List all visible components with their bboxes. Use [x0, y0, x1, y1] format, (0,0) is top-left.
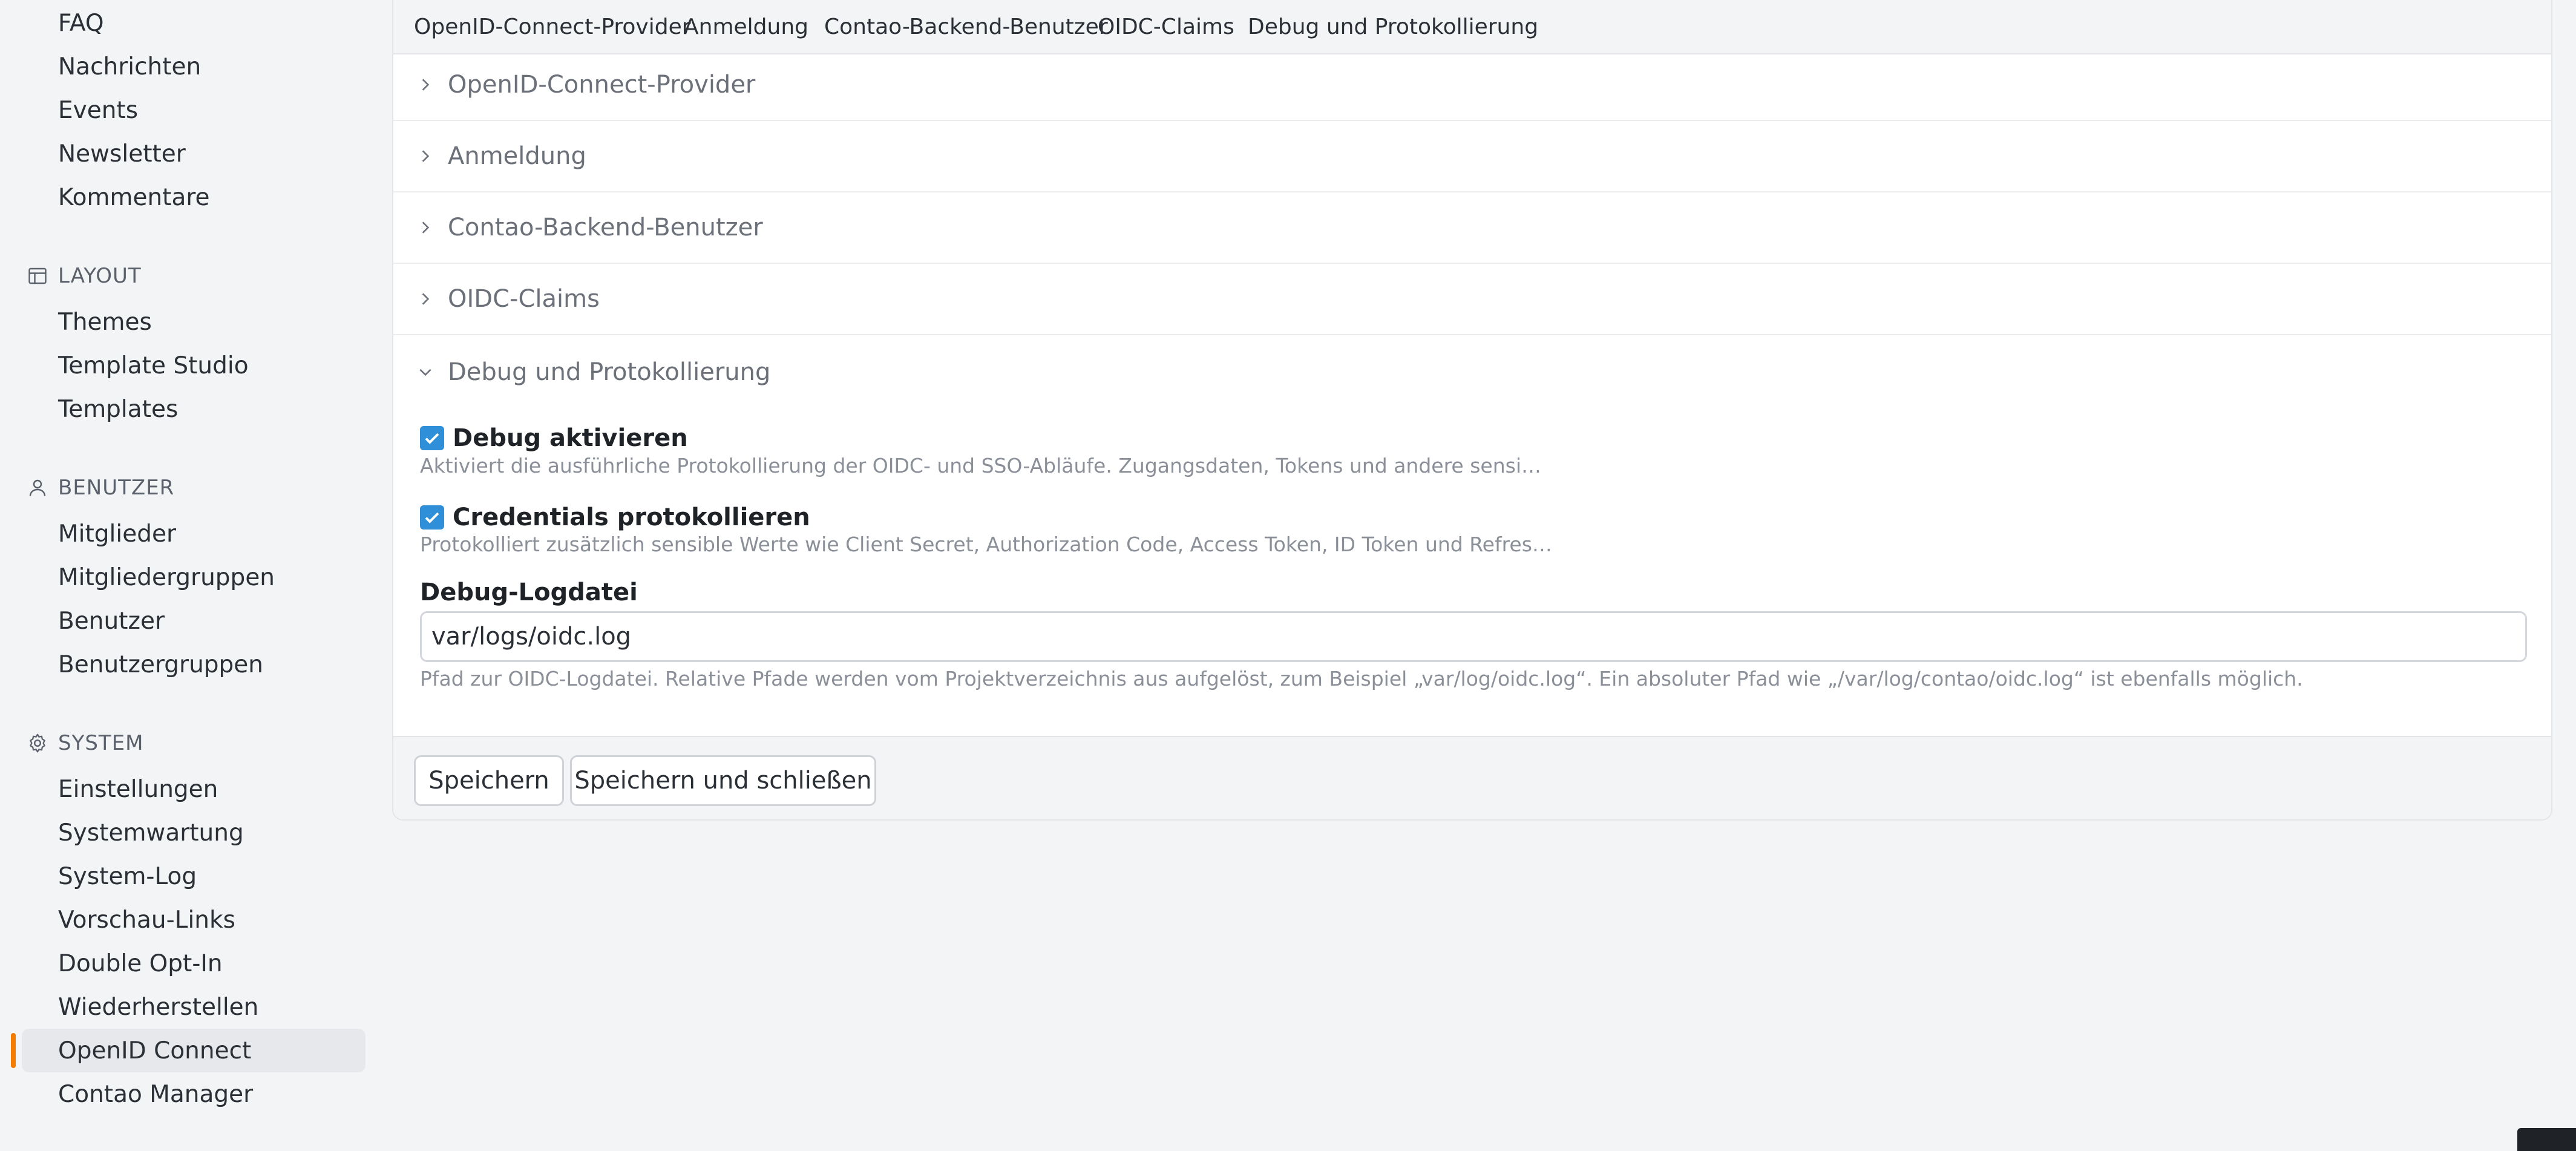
sidebar-group-layout[interactable]: LAYOUT: [27, 258, 142, 294]
sidebar-item-label: Template Studio: [58, 352, 249, 379]
sidebar-item-kommentare[interactable]: Kommentare: [22, 175, 365, 219]
sidebar-item-label: FAQ: [58, 9, 104, 37]
sidebar-item-vorschau-links[interactable]: Vorschau-Links: [22, 898, 365, 942]
section-debug-und-protokollierung[interactable]: Debug und Protokollierung: [393, 336, 2551, 408]
sidebar-item-benutzergruppen[interactable]: Benutzergruppen: [22, 643, 365, 686]
save-button[interactable]: Speichern: [414, 755, 564, 806]
section-title: OIDC-Claims: [448, 285, 600, 313]
tab-label: Contao-Backend-Benutzer: [824, 14, 1108, 39]
section-title: Contao-Backend-Benutzer: [448, 214, 763, 241]
sidebar: FAQ Nachrichten Events Newsletter Kommen…: [0, 0, 375, 1151]
credentials-log-help: Protokolliert zusätzlich sensible Werte …: [420, 533, 1552, 556]
sidebar-item-themes[interactable]: Themes: [22, 300, 365, 344]
gear-icon: [30, 733, 45, 753]
sidebar-item-double-opt-in[interactable]: Double Opt-In: [22, 942, 365, 985]
section-title: Debug und Protokollierung: [448, 358, 771, 386]
section-openid-connect-provider[interactable]: OpenID-Connect-Provider: [393, 50, 2551, 121]
checkmark-icon: [425, 512, 439, 523]
checkmark-icon: [425, 433, 439, 444]
layout-icon: [28, 267, 47, 284]
sidebar-group-system[interactable]: SYSTEM: [27, 725, 144, 761]
chevron-right-icon: [422, 293, 430, 305]
debug-enable-row: Debug aktivieren: [420, 424, 688, 452]
sidebar-item-openid-connect[interactable]: OpenID Connect: [22, 1029, 365, 1072]
chevron-right-icon: [422, 150, 430, 162]
sidebar-group-title: SYSTEM: [58, 731, 144, 755]
debug-enable-checkbox[interactable]: [420, 426, 444, 450]
section-anmeldung[interactable]: Anmeldung: [393, 121, 2551, 192]
sidebar-item-label: Events: [58, 96, 139, 124]
sidebar-item-label: Wiederherstellen: [58, 993, 259, 1021]
tab-contao-backend-benutzer[interactable]: Contao-Backend-Benutzer: [824, 0, 1108, 53]
sidebar-item-label: Mitgliedergruppen: [58, 563, 275, 591]
debug-toolbar-toggle[interactable]: [2517, 1128, 2576, 1151]
tab-label: Anmeldung: [684, 14, 808, 39]
sidebar-item-label: Nachrichten: [58, 53, 202, 80]
logfile-input[interactable]: [420, 611, 2527, 662]
tab-debug-und-protokollierung[interactable]: Debug und Protokollierung: [1248, 0, 1538, 53]
sidebar-item-label: Mitglieder: [58, 520, 176, 548]
section-tabbar: OpenID-Connect-Provider Anmeldung Contao…: [393, 0, 2551, 54]
sidebar-item-nachrichten[interactable]: Nachrichten: [22, 45, 365, 88]
sidebar-item-einstellungen[interactable]: Einstellungen: [22, 767, 365, 811]
sidebar-item-system-log[interactable]: System-Log: [22, 854, 365, 898]
sidebar-item-benutzer[interactable]: Benutzer: [22, 599, 365, 643]
chevron-down-icon: [419, 369, 431, 376]
sidebar-item-template-studio[interactable]: Template Studio: [22, 344, 365, 387]
sidebar-item-label: Double Opt-In: [58, 949, 223, 977]
tab-label: OpenID-Connect-Provider: [414, 14, 691, 39]
logfile-label: Debug-Logdatei: [420, 579, 638, 606]
sidebar-item-label: System-Log: [58, 862, 197, 890]
submit-bar: Speichern Speichern und schließen: [393, 736, 2551, 819]
sidebar-item-label: Themes: [58, 308, 152, 336]
credentials-log-label[interactable]: Credentials protokollieren: [453, 503, 810, 531]
sidebar-item-label: Systemwartung: [58, 819, 244, 847]
tab-openid-connect-provider[interactable]: OpenID-Connect-Provider: [414, 0, 691, 53]
tab-label: Debug und Protokollierung: [1248, 14, 1539, 39]
save-and-close-button[interactable]: Speichern und schließen: [570, 755, 876, 806]
section-contao-backend-benutzer[interactable]: Contao-Backend-Benutzer: [393, 192, 2551, 264]
sidebar-group-benutzer[interactable]: BENUTZER: [27, 470, 174, 506]
sidebar-item-mitglieder[interactable]: Mitglieder: [22, 512, 365, 556]
debug-enable-label[interactable]: Debug aktivieren: [453, 424, 688, 452]
section-oidc-claims[interactable]: OIDC-Claims: [393, 264, 2551, 335]
sidebar-item-label: OpenID Connect: [58, 1037, 252, 1064]
sidebar-item-label: Benutzergruppen: [58, 651, 264, 678]
tab-oidc-claims[interactable]: OIDC-Claims: [1098, 0, 1234, 53]
sidebar-item-label: Templates: [58, 395, 179, 423]
sidebar-item-events[interactable]: Events: [22, 88, 365, 132]
sidebar-item-label: Contao Manager: [58, 1080, 254, 1108]
section-title: OpenID-Connect-Provider: [448, 71, 756, 99]
sidebar-item-label: Benutzer: [58, 607, 165, 635]
active-indicator: [11, 1033, 16, 1068]
sidebar-item-templates[interactable]: Templates: [22, 387, 365, 431]
sidebar-item-label: Einstellungen: [58, 775, 218, 803]
sidebar-item-label: Newsletter: [58, 140, 186, 168]
settings-panel: OpenID-Connect-Provider Anmeldung Contao…: [392, 0, 2552, 821]
tab-label: OIDC-Claims: [1098, 14, 1234, 39]
debug-enable-help: Aktiviert die ausführliche Protokollieru…: [420, 454, 1541, 477]
chevron-right-icon: [422, 221, 430, 234]
tab-anmeldung[interactable]: Anmeldung: [684, 0, 808, 53]
logfile-help: Pfad zur OIDC-Logdatei. Relative Pfade w…: [420, 667, 2303, 690]
sidebar-item-label: Kommentare: [58, 183, 210, 211]
sidebar-item-newsletter[interactable]: Newsletter: [22, 132, 365, 175]
section-title: Anmeldung: [448, 142, 586, 170]
sidebar-group-title: BENUTZER: [58, 476, 175, 500]
chevron-right-icon: [422, 79, 430, 91]
user-icon: [29, 479, 46, 496]
sidebar-group-title: LAYOUT: [58, 264, 142, 288]
credentials-log-row: Credentials protokollieren: [420, 503, 810, 531]
credentials-log-checkbox[interactable]: [420, 505, 444, 530]
sidebar-item-mitgliedergruppen[interactable]: Mitgliedergruppen: [22, 556, 365, 599]
sidebar-item-contao-manager[interactable]: Contao Manager: [22, 1072, 365, 1116]
sidebar-item-wiederherstellen[interactable]: Wiederherstellen: [22, 985, 365, 1029]
sidebar-item-faq[interactable]: FAQ: [22, 1, 365, 45]
sidebar-item-label: Vorschau-Links: [58, 906, 235, 934]
sidebar-item-systemwartung[interactable]: Systemwartung: [22, 811, 365, 854]
